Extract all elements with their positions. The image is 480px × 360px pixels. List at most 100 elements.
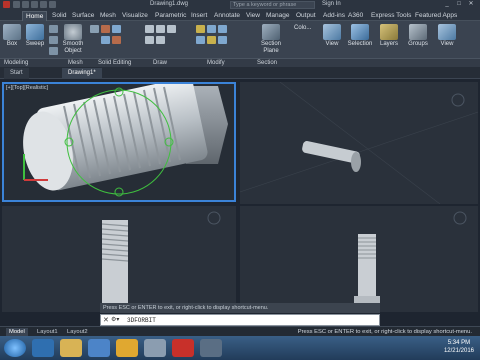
viewcube-icon[interactable] [451,93,465,107]
subtract-icon[interactable] [101,36,110,44]
solid-edit-icon[interactable] [101,25,110,33]
ribbon-panel-labels: Modeling Mesh Solid Editing Draw Modify … [0,58,480,67]
command-customize-icon[interactable]: ⚙▾ [111,315,119,326]
move-icon[interactable] [196,25,205,33]
search-input[interactable]: Type a keyword or phrase [230,1,315,9]
view-icon-2 [438,24,456,40]
tab-output[interactable]: Output [293,11,319,21]
extrude-icon[interactable] [49,25,58,33]
bolt-realistic-view [23,84,228,197]
line-icon[interactable] [145,25,154,33]
media-player-icon[interactable] [88,339,110,357]
viewport-bottom-left[interactable] [2,206,236,312]
ie-icon[interactable] [32,339,54,357]
mirror-icon[interactable] [196,36,205,44]
view-label: View [325,41,339,47]
app-icon[interactable] [144,339,166,357]
intersect-icon[interactable] [112,36,121,44]
maximize-button[interactable]: □ [454,1,464,8]
tab-express-tools[interactable]: Express Tools [368,11,414,21]
array-icon[interactable] [218,36,227,44]
groups-icon [409,24,427,40]
section-plane-icon [262,24,280,40]
app-logo-icon[interactable] [3,1,10,8]
tab-a360[interactable]: A360 [345,11,366,21]
document-title: Drawing1.dwg [150,1,189,7]
file-tab-drawing1[interactable]: Drawing1* [62,68,102,79]
sign-in-link[interactable]: Sign In [322,1,341,7]
viewcube-icon-2[interactable] [207,211,221,225]
redo-icon[interactable] [49,1,56,8]
chrome-icon[interactable] [116,339,138,357]
app-icon-2[interactable] [200,339,222,357]
autocad-taskbar-icon[interactable] [172,339,194,357]
smooth-object-icon [64,24,82,40]
mesh-tool-icon[interactable] [90,25,99,33]
rotate-icon[interactable] [207,25,216,33]
section-plane-button[interactable]: Section Plane [256,24,286,55]
circle-icon[interactable] [156,25,165,33]
copy-icon[interactable] [218,25,227,33]
smooth-object-button[interactable]: Smooth Object [60,24,86,55]
tab-insert[interactable]: Insert [188,11,210,21]
status-bar: Model Layout1 Layout2 Press ESC or ENTER… [0,326,480,337]
groups-button[interactable]: Groups [406,24,430,48]
layers-button[interactable]: Layers [378,24,400,48]
tab-mesh[interactable]: Mesh [97,11,119,21]
selection-icon [351,24,369,40]
view-label-2: View [440,41,454,47]
tab-home[interactable]: Home [22,11,48,21]
tab-featured-apps[interactable]: Featured Apps [412,11,460,21]
tab-solid[interactable]: Solid [49,11,69,21]
explorer-icon[interactable] [60,339,82,357]
tab-add-ins[interactable]: Add-ins [320,11,348,21]
viewcube-icon-3[interactable] [453,211,467,225]
system-clock[interactable]: 5:34 PM 12/21/2016 [444,339,474,355]
undo-icon[interactable] [40,1,47,8]
viewport-bottom-right[interactable] [240,206,478,312]
tab-parametric[interactable]: Parametric [152,11,189,21]
viewport-top-right[interactable] [240,82,478,204]
clock-date: 12/21/2016 [443,348,474,354]
sweep-icon [26,24,44,40]
command-close-icon[interactable]: ✕ [103,315,109,326]
sweep-label: Sweep [25,41,45,47]
box-button[interactable]: Box [2,24,22,48]
clock-time: 5:34 PM [447,340,471,346]
command-history: Press ESC or ENTER to exit, or right-cli… [100,303,380,313]
bolt-side-view [354,211,467,306]
file-tab-start[interactable]: Start [4,68,29,79]
minimize-button[interactable]: _ [442,1,452,8]
arc-icon[interactable] [167,25,176,33]
selection-button[interactable]: Selection [346,24,374,48]
fillet-icon[interactable] [207,36,216,44]
tab-surface[interactable]: Surface [69,11,97,21]
bolt-shaft-side [358,234,376,304]
revolve-icon[interactable] [49,47,58,55]
selection-label: Selection [347,41,373,47]
save-icon[interactable] [31,1,38,8]
union-icon[interactable] [112,25,121,33]
orbit-handle-bottom[interactable] [114,187,124,197]
sweep-button[interactable]: Sweep [24,24,46,48]
tab-view[interactable]: View [243,11,263,21]
start-orb-icon[interactable] [4,339,26,357]
view-button-2[interactable]: View [436,24,458,48]
rectangle-icon[interactable] [156,36,165,44]
new-icon[interactable] [13,1,20,8]
viewport-top-left[interactable]: [+][Top][Realistic] [2,82,236,202]
section-plane-label: Section Plane [260,41,281,54]
command-input[interactable]: 3DFORBIT [127,315,156,326]
open-icon[interactable] [22,1,29,8]
view-button[interactable]: View [322,24,342,48]
view-icon [323,24,341,40]
polyline-icon[interactable] [145,36,154,44]
command-line[interactable]: ✕ ⚙▾ 3DFORBIT [100,314,380,326]
tab-annotate[interactable]: Annotate [211,11,243,21]
close-button[interactable]: ✕ [466,1,476,8]
layers-label: Layers [379,41,398,47]
tab-manage[interactable]: Manage [263,11,293,21]
loft-icon[interactable] [49,36,58,44]
color-label[interactable]: Colo... [294,25,311,31]
tab-visualize[interactable]: Visualize [119,11,151,21]
